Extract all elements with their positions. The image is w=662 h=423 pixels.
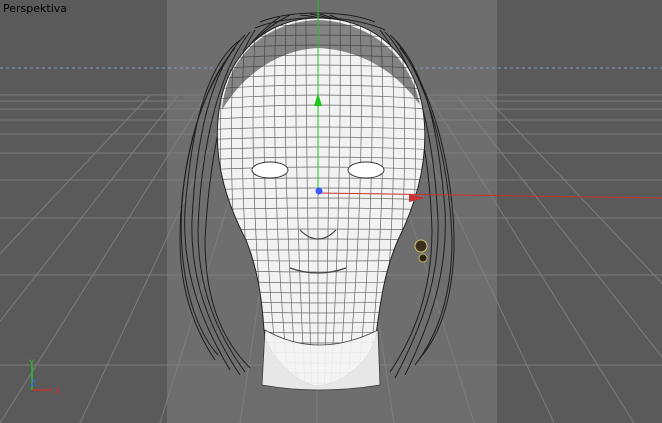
- safe-frame-right: [497, 0, 662, 423]
- gizmo-z-label: Z: [30, 379, 36, 389]
- gizmo-y-label: Y: [28, 359, 35, 369]
- gizmo-x-label: X: [54, 387, 60, 397]
- left-eye: [251, 161, 289, 179]
- viewport-name-label[interactable]: Perspektiva: [3, 2, 67, 15]
- 3d-viewport[interactable]: Perspektiva Y Z X: [0, 0, 662, 423]
- axis-orientation-gizmo: Y Z X: [28, 359, 60, 397]
- viewport-canvas[interactable]: [0, 0, 662, 423]
- right-eye: [347, 161, 385, 179]
- gizmo-z-handle[interactable]: [315, 187, 323, 195]
